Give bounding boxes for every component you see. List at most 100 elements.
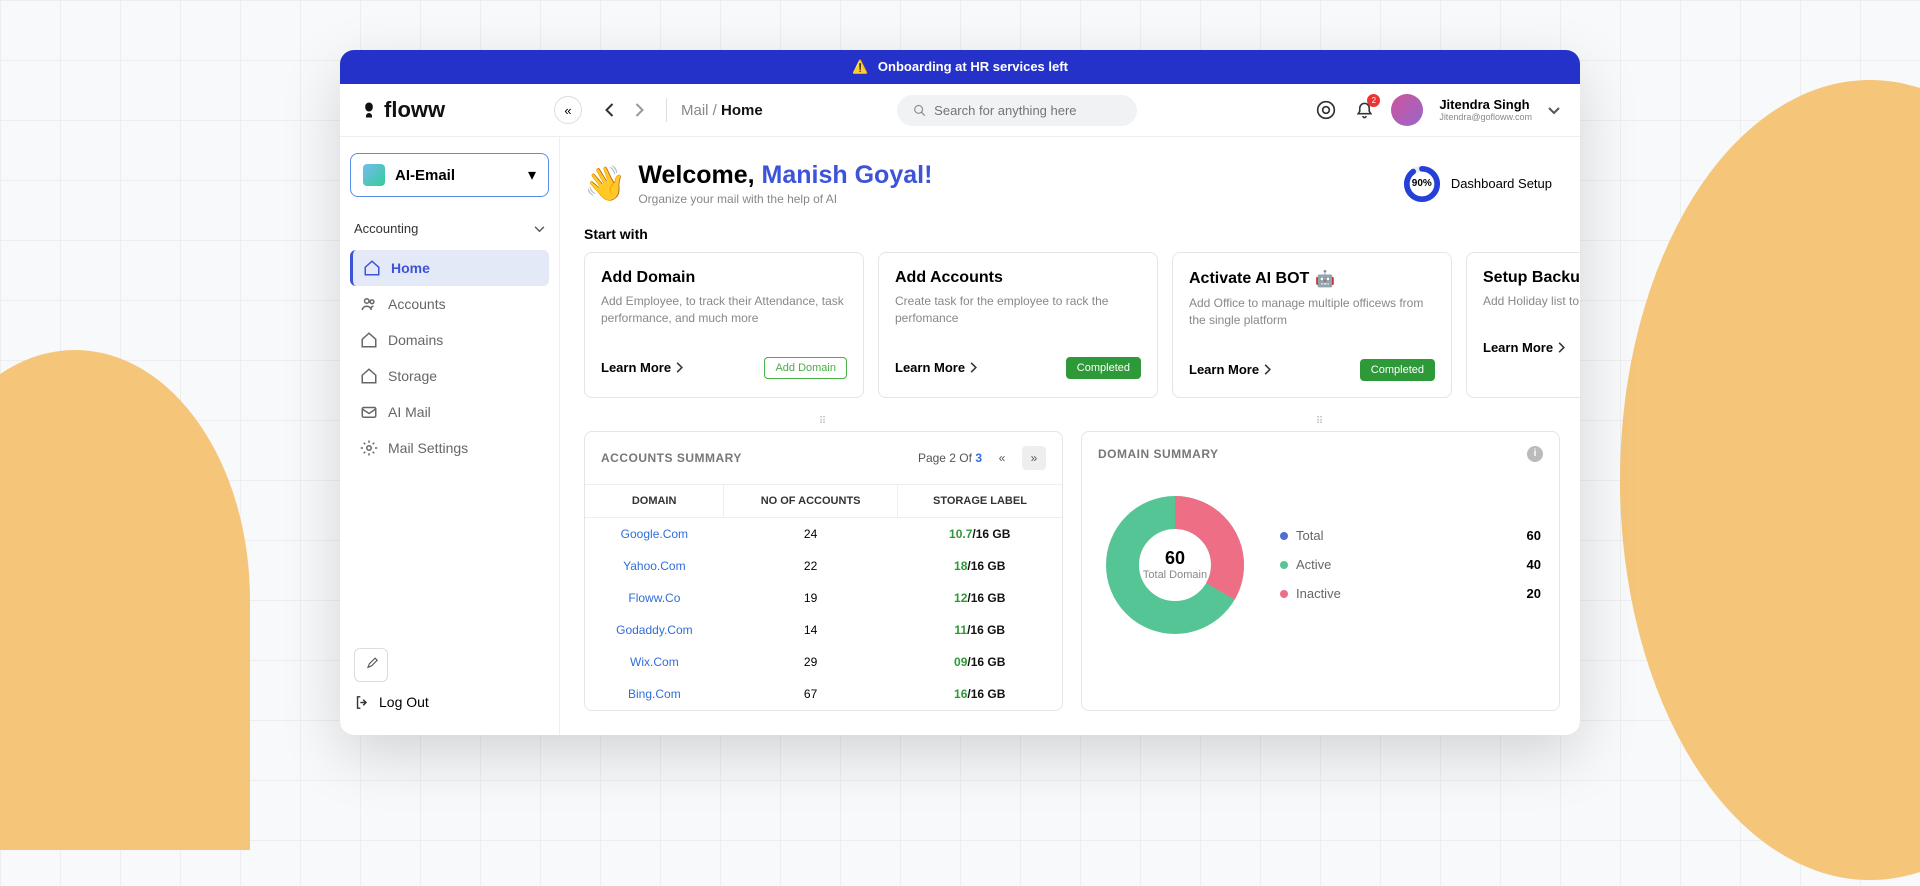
sidebar-item-domains[interactable]: Domains <box>350 322 549 358</box>
cell-storage: 09/16 GB <box>897 646 1062 678</box>
eyedropper-tool[interactable] <box>354 648 388 682</box>
start-card-2: Activate AI BOT 🤖Add Office to manage mu… <box>1172 252 1452 398</box>
sidebar-collapse-button[interactable]: « <box>554 96 582 124</box>
drag-handle-icon[interactable]: ⠿ <box>584 416 1063 427</box>
table-row[interactable]: Wix.Com2909/16 GB <box>585 646 1062 678</box>
main-content: 👋 Welcome, Manish Goyal! Organize your m… <box>560 137 1580 735</box>
cell-storage: 16/16 GB <box>897 678 1062 710</box>
app-selector[interactable]: AI-Email ▾ <box>350 153 549 197</box>
start-with-heading: Start with <box>584 226 1580 242</box>
start-card-3: Setup BackupAdd Holiday list to mLearn M… <box>1466 252 1580 398</box>
chevron-right-icon <box>1558 342 1565 353</box>
cell-domain: Google.Com <box>585 517 724 550</box>
legend-dot <box>1280 561 1288 569</box>
sidebar-item-storage[interactable]: Storage <box>350 358 549 394</box>
sidebar-section-accounting[interactable]: Accounting <box>350 215 549 242</box>
cell-accounts: 67 <box>724 678 898 710</box>
accounts-table: DOMAIN NO OF ACCOUNTS STORAGE LABEL Goog… <box>585 484 1062 710</box>
learn-more-link[interactable]: Learn More <box>895 360 977 375</box>
chevron-down-icon: ▾ <box>528 165 536 185</box>
onboarding-banner[interactable]: ⚠️ Onboarding at HR services left <box>340 50 1580 84</box>
add-domain-button[interactable]: Add Domain <box>764 357 847 379</box>
sidebar-item-label: Home <box>391 260 430 276</box>
banner-text: Onboarding at HR services left <box>878 59 1068 74</box>
panel-title: DOMAIN SUMMARY <box>1098 447 1219 461</box>
cell-domain: Godaddy.Com <box>585 614 724 646</box>
brand-logo[interactable]: floww <box>360 97 540 123</box>
search-input[interactable] <box>934 103 1121 118</box>
chart-legend: Total 60 Active40 Inactive20 <box>1280 528 1541 601</box>
legend-item: Inactive20 <box>1280 586 1541 601</box>
back-button[interactable] <box>596 97 622 123</box>
app-icon <box>363 164 385 186</box>
page-subtitle: Organize your mail with the help of AI <box>638 192 932 206</box>
settings-icon <box>360 439 378 457</box>
col-accounts: NO OF ACCOUNTS <box>724 484 898 517</box>
accounts-icon <box>360 295 378 313</box>
col-domain: DOMAIN <box>585 484 724 517</box>
table-pager: Page 2 Of 3 « » <box>918 446 1046 470</box>
drag-handle-icon[interactable]: ⠿ <box>1081 416 1560 427</box>
welcome-header: 👋 Welcome, Manish Goyal! Organize your m… <box>584 161 1580 206</box>
learn-more-link[interactable]: Learn More <box>601 360 683 375</box>
divider <box>666 98 667 122</box>
donut-total-value: 60 <box>1165 548 1185 569</box>
cell-storage: 18/16 GB <box>897 550 1062 582</box>
logout-icon <box>354 694 371 711</box>
history-nav <box>596 97 652 123</box>
table-row[interactable]: Yahoo.Com2218/16 GB <box>585 550 1062 582</box>
card-title: Add Accounts <box>895 269 1141 287</box>
cell-accounts: 29 <box>724 646 898 678</box>
sidebar-item-ai-mail[interactable]: AI Mail <box>350 394 549 430</box>
sidebar: AI-Email ▾ Accounting Home Accounts Domain… <box>340 137 560 735</box>
table-row[interactable]: Godaddy.Com1411/16 GB <box>585 614 1062 646</box>
app-window: ⚠️ Onboarding at HR services left floww … <box>340 50 1580 735</box>
pager-prev-button[interactable]: « <box>990 446 1014 470</box>
learn-more-link[interactable]: Learn More <box>1189 362 1271 377</box>
info-icon[interactable]: i <box>1527 446 1543 462</box>
start-card-0: Add DomainAdd Employee, to track their A… <box>584 252 864 398</box>
user-menu-chevron[interactable] <box>1548 103 1560 118</box>
help-icon[interactable] <box>1315 99 1337 121</box>
card-title: Add Domain <box>601 269 847 287</box>
domains-icon <box>360 331 378 349</box>
cell-domain: Bing.Com <box>585 678 724 710</box>
warning-icon: ⚠️ <box>852 59 868 74</box>
sidebar-item-label: Domains <box>388 332 443 348</box>
pager-next-button[interactable]: » <box>1022 446 1046 470</box>
dashboard-setup-widget[interactable]: 90% Dashboard Setup <box>1403 165 1552 203</box>
cell-domain: Wix.Com <box>585 646 724 678</box>
notifications-button[interactable]: 2 <box>1353 99 1375 121</box>
legend-value: 20 <box>1527 586 1541 601</box>
sidebar-item-home[interactable]: Home <box>350 250 549 286</box>
page-title: Welcome, Manish Goyal! <box>638 161 932 190</box>
status-badge: Completed <box>1066 357 1141 379</box>
search-box[interactable] <box>897 95 1137 126</box>
table-row[interactable]: Bing.Com6716/16 GB <box>585 678 1062 710</box>
search-icon <box>913 103 926 118</box>
logout-button[interactable]: Log Out <box>354 694 545 711</box>
table-row[interactable]: Google.Com2410.7/16 GB <box>585 517 1062 550</box>
sidebar-item-mail-settings[interactable]: Mail Settings <box>350 430 549 466</box>
avatar[interactable] <box>1391 94 1423 126</box>
legend-label: Total <box>1296 528 1323 543</box>
chevron-right-icon <box>1264 364 1271 375</box>
notification-badge: 2 <box>1367 94 1380 107</box>
chevron-down-icon <box>534 221 545 236</box>
breadcrumb: Mail / Home <box>681 102 763 119</box>
legend-value: 60 <box>1527 528 1541 543</box>
learn-more-link[interactable]: Learn More <box>1483 340 1565 355</box>
legend-dot <box>1280 590 1288 598</box>
accounts-summary-panel: ACCOUNTS SUMMARY Page 2 Of 3 « » DOMAIN … <box>584 431 1063 711</box>
cell-accounts: 24 <box>724 517 898 550</box>
table-row[interactable]: Floww.Co1912/16 GB <box>585 582 1062 614</box>
cell-accounts: 14 <box>724 614 898 646</box>
legend-item: Active40 <box>1280 557 1541 572</box>
home-icon <box>363 259 381 277</box>
chevron-right-icon <box>970 362 977 373</box>
donut-total-label: Total Domain <box>1143 569 1207 581</box>
legend-dot <box>1280 532 1288 540</box>
sidebar-item-accounts[interactable]: Accounts <box>350 286 549 322</box>
card-title: Activate AI BOT 🤖 <box>1189 269 1435 289</box>
forward-button[interactable] <box>626 97 652 123</box>
